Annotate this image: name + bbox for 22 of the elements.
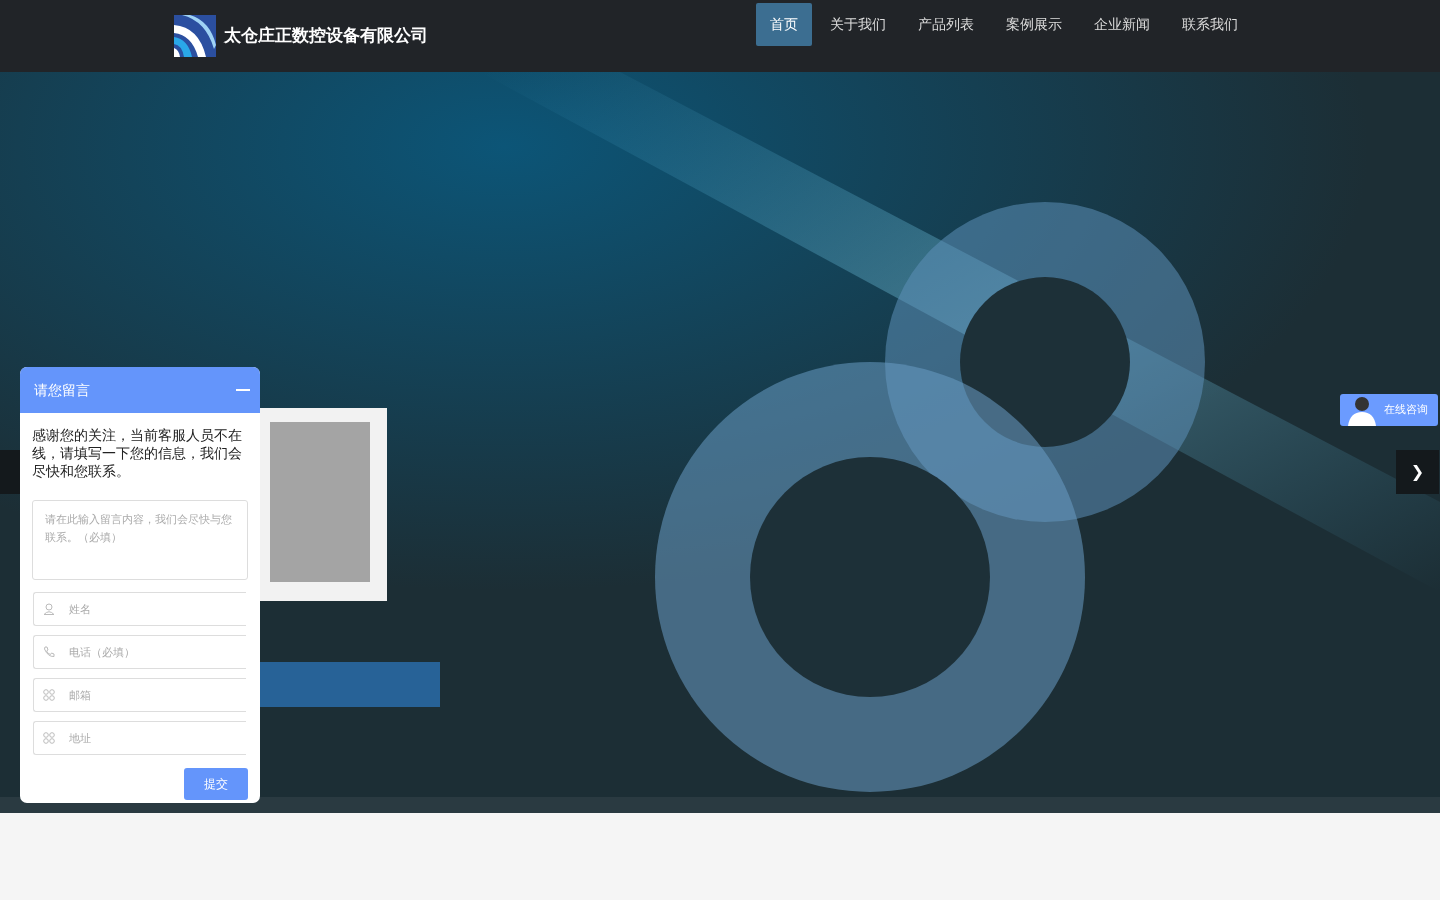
intro-text: 感谢您的关注，当前客服人员不在线，请填写一下您的信息，我们会尽快和您联系。 [31,426,243,480]
message-field[interactable]: 请在此输入留言内容，我们会尽快与您联系。（必填） [32,500,248,580]
phone-icon [43,646,55,658]
input-field[interactable]: 姓名 [33,592,246,626]
panel-title: 请您留言 [34,380,90,400]
input-field[interactable]: 地址 [33,721,246,755]
nav-link[interactable]: 产品列表 [904,3,988,46]
person-icon [43,603,55,615]
input-field[interactable]: 电话（必填） [33,635,246,669]
nav-link[interactable]: 案例展示 [992,3,1076,46]
nav-link[interactable]: 关于我们 [816,3,900,46]
logo-icon [174,15,216,57]
grid-icon [43,732,55,744]
carousel-prev-button[interactable] [0,450,20,494]
nav-link[interactable]: 企业新闻 [1080,3,1164,46]
grid-icon [43,689,55,701]
minimize-icon[interactable] [236,389,250,391]
input-field[interactable]: 邮箱 [33,678,246,712]
next-arrow-button[interactable]: ❯ [1396,450,1439,494]
nav-link[interactable]: 首页 [756,3,812,46]
nav-link[interactable]: 联系我们 [1168,3,1252,46]
company-name: 太仓庄正数控设备有限公司 [224,24,428,48]
